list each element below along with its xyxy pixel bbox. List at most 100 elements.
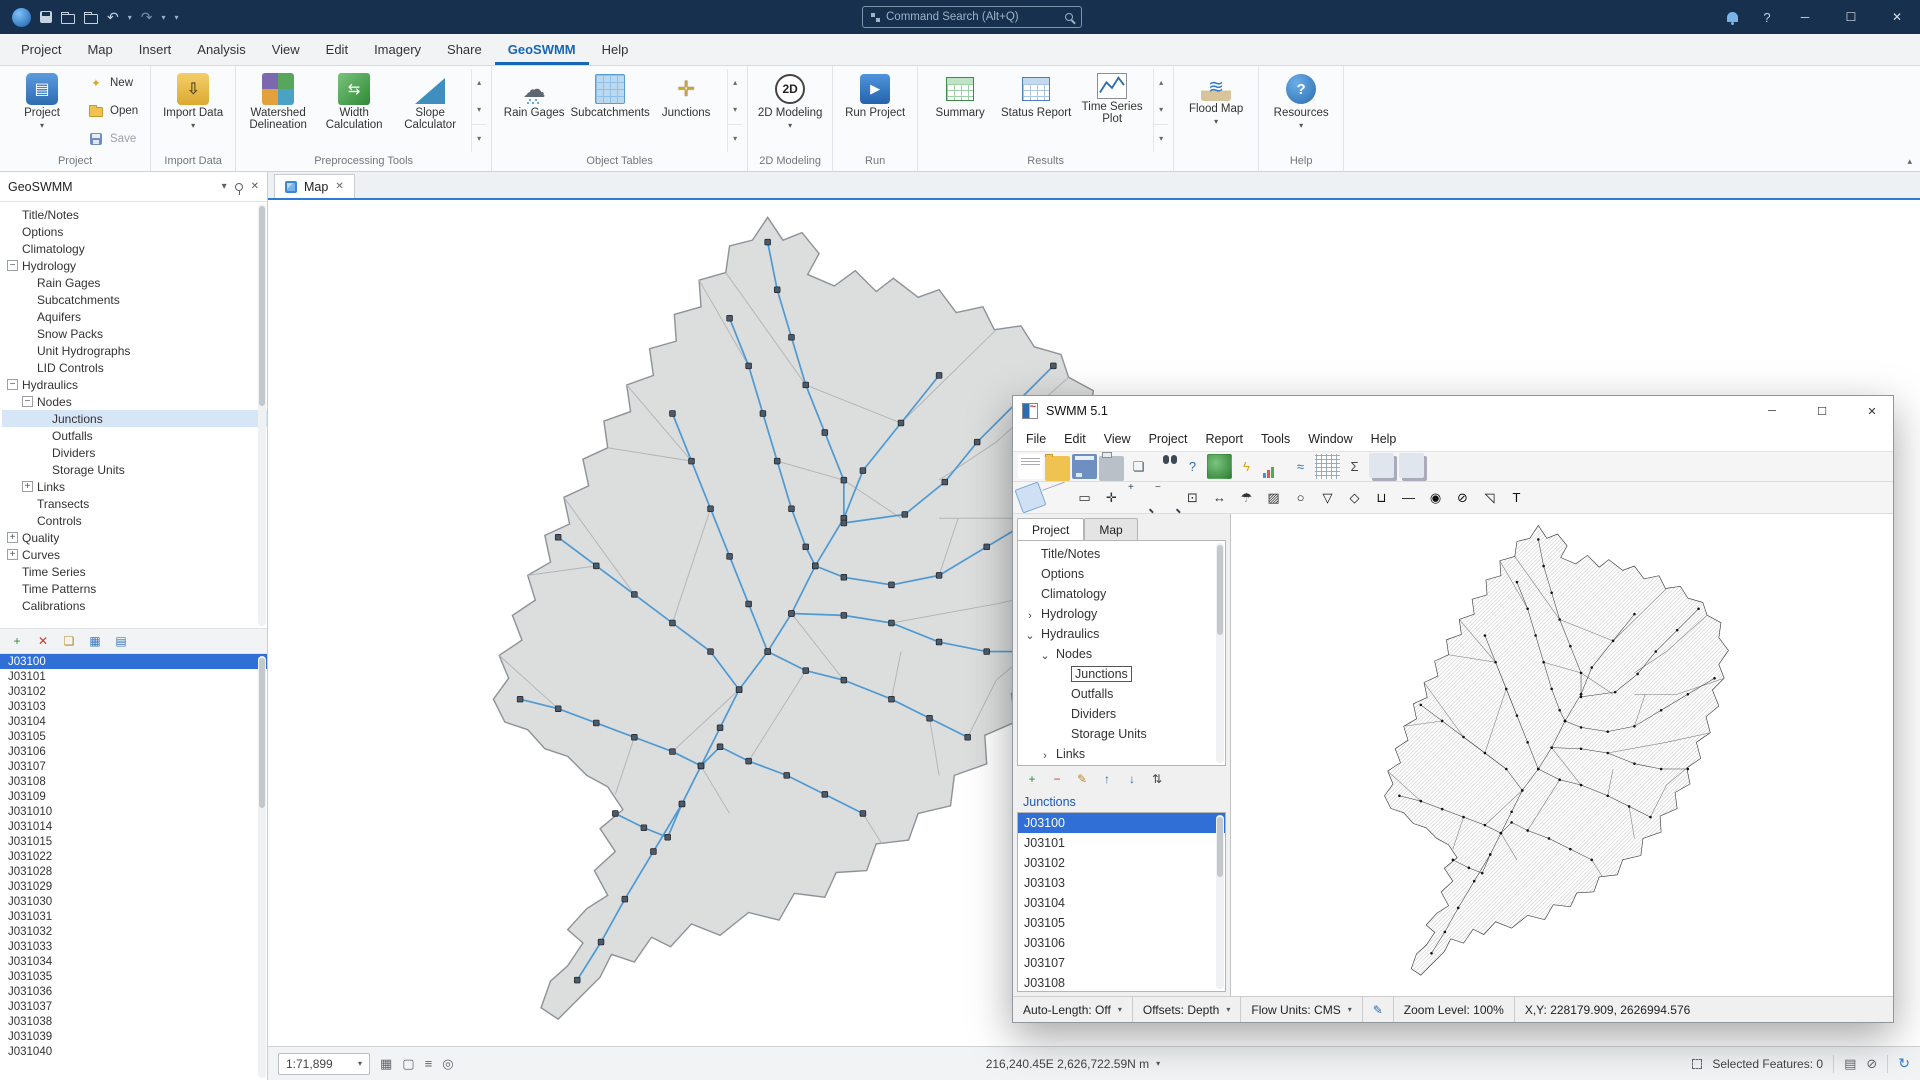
swmm-browser-tab[interactable]: Map	[1084, 518, 1137, 540]
swmm-close-button[interactable]: ✕	[1851, 396, 1893, 426]
junction-list-item[interactable]: J03108	[1018, 973, 1225, 992]
swmm-menu-item[interactable]: View	[1095, 426, 1140, 451]
time-series-plot-button[interactable]: Time Series Plot	[1075, 69, 1149, 152]
tree-item[interactable]: + Quality	[2, 529, 267, 546]
full-extent-tool[interactable]: ⊡	[1180, 485, 1205, 510]
junction-list-item[interactable]: J031040	[0, 1044, 267, 1059]
tree-item[interactable]: Title/Notes	[1018, 544, 1225, 564]
tree-item[interactable]: Junctions	[1018, 664, 1225, 684]
tree-item[interactable]: Options	[2, 223, 267, 240]
notifications-icon[interactable]	[1727, 12, 1738, 22]
redo-dropdown-icon[interactable]: ▾	[161, 13, 165, 22]
scroll-down-icon[interactable]: ▾	[1154, 96, 1168, 123]
locate-icon[interactable]: ◎	[442, 1056, 453, 1072]
flood-map-button[interactable]: ≋ Flood Map ▾	[1179, 69, 1253, 152]
junction-list-item[interactable]: J03102	[0, 684, 267, 699]
edit-mode-toggle[interactable]: ✎	[1363, 997, 1394, 1022]
junction-tool[interactable]: ○	[1288, 485, 1313, 510]
collapse-ribbon-icon[interactable]: ▴	[1907, 156, 1912, 167]
tree-expander-icon[interactable]	[22, 515, 33, 526]
watershed-delineation-button[interactable]: Watershed Delineation	[241, 69, 315, 152]
maximize-button[interactable]: ☐	[1828, 0, 1874, 34]
select-object-tool[interactable]	[1014, 481, 1046, 513]
tree-item[interactable]: + Curves	[2, 546, 267, 563]
scroll-down-icon[interactable]: ▾	[472, 96, 486, 123]
tree-expander-icon[interactable]	[1053, 709, 1067, 720]
ribbon-tab[interactable]: Project	[8, 34, 74, 65]
profile-plot-icon[interactable]: ≈	[1288, 454, 1313, 479]
resources-button[interactable]: ? Resources ▾	[1264, 69, 1338, 152]
fields-view-icon[interactable]: ▤	[110, 631, 132, 651]
undo-dropdown-icon[interactable]: ▾	[128, 13, 132, 22]
new-file-icon[interactable]	[1018, 454, 1043, 479]
ribbon-tab[interactable]: GeoSWMM	[495, 34, 589, 65]
tree-expander-icon[interactable]	[7, 209, 18, 220]
tree-expander-icon[interactable]	[37, 447, 48, 458]
junction-list-item[interactable]: J031039	[0, 1029, 267, 1044]
summary-button[interactable]: Summary	[923, 69, 997, 152]
junction-list-item[interactable]: J03100	[1018, 813, 1225, 833]
junction-list-item[interactable]: J03103	[0, 699, 267, 714]
edit-object-icon[interactable]: ✎	[1071, 769, 1093, 789]
label-tool[interactable]: T	[1504, 485, 1529, 510]
open-project-icon[interactable]	[61, 14, 75, 24]
ribbon-tab[interactable]: Analysis	[184, 34, 258, 65]
move-up-icon[interactable]: ↑	[1096, 769, 1118, 789]
ribbon-tab[interactable]: View	[259, 34, 313, 65]
gallery-more-icon[interactable]: ▾	[472, 124, 486, 152]
tree-item[interactable]: − Nodes	[2, 393, 267, 410]
tree-expander-icon[interactable]	[1053, 689, 1067, 700]
scroll-up-icon[interactable]: ▴	[1154, 69, 1168, 96]
project-button[interactable]: Project ▾	[5, 69, 79, 152]
tree-item[interactable]: Storage Units	[1018, 724, 1225, 744]
junction-list-item[interactable]: J031010	[0, 804, 267, 819]
open-file-icon[interactable]	[1045, 456, 1070, 481]
subcatchments-button[interactable]: Subcatchments	[573, 69, 647, 152]
tree-item[interactable]: ⌄ Nodes	[1018, 644, 1225, 664]
tree-item[interactable]: Outfalls	[2, 427, 267, 444]
junction-list-item[interactable]: J031033	[0, 939, 267, 954]
table-report-icon[interactable]	[1315, 454, 1340, 479]
tree-expander-icon[interactable]	[7, 583, 18, 594]
junction-list-item[interactable]: J031037	[0, 999, 267, 1014]
swmm-map-canvas[interactable]	[1231, 514, 1893, 996]
junction-list-item[interactable]: J031028	[0, 864, 267, 879]
outfall-tool[interactable]: ▽	[1315, 485, 1340, 510]
swmm-maximize-button[interactable]: ☐	[1801, 396, 1843, 426]
tree-item[interactable]: Rain Gages	[2, 274, 267, 291]
offsets-select[interactable]: Offsets: Depth ▾	[1133, 997, 1242, 1022]
tree-expander-icon[interactable]	[7, 243, 18, 254]
tree-expander-icon[interactable]	[22, 328, 33, 339]
query-icon[interactable]: ?	[1180, 454, 1205, 479]
extent-icon[interactable]: ▢	[402, 1056, 414, 1072]
width-calculation-button[interactable]: ⇆ Width Calculation	[317, 69, 391, 152]
tree-item[interactable]: − Hydrology	[2, 257, 267, 274]
ribbon-tab[interactable]: Imagery	[361, 34, 434, 65]
junction-list-item[interactable]: J03109	[0, 789, 267, 804]
scroll-down-icon[interactable]: ▾	[728, 96, 742, 123]
print-icon[interactable]	[1099, 456, 1124, 481]
list-scrollbar[interactable]	[1216, 815, 1224, 989]
pan-tool[interactable]: ✛	[1099, 485, 1124, 510]
move-down-icon[interactable]: ↓	[1121, 769, 1143, 789]
tree-expander-icon[interactable]	[1023, 589, 1037, 600]
tree-expander-icon[interactable]: −	[22, 396, 33, 407]
pump-tool[interactable]: ◉	[1423, 485, 1448, 510]
zoom-out-tool[interactable]	[1153, 485, 1178, 510]
tree-item[interactable]: Storage Units	[2, 461, 267, 478]
tree-expander-icon[interactable]	[22, 277, 33, 288]
close-tab-icon[interactable]: ✕	[335, 181, 343, 192]
help-icon[interactable]: ?	[1752, 10, 1782, 25]
save-file-icon[interactable]	[1072, 454, 1097, 479]
tree-item[interactable]: Outfalls	[1018, 684, 1225, 704]
pin-icon[interactable]	[235, 183, 243, 191]
junction-list-item[interactable]: J03105	[0, 729, 267, 744]
tree-expander-icon[interactable]	[7, 566, 18, 577]
divider-tool[interactable]: ◇	[1342, 485, 1367, 510]
gallery-more-icon[interactable]: ▾	[1154, 124, 1168, 152]
tree-expander-icon[interactable]	[37, 413, 48, 424]
tree-expander-icon[interactable]: −	[7, 260, 18, 271]
close-button[interactable]: ✕	[1874, 0, 1920, 34]
ribbon-tab[interactable]: Map	[74, 34, 125, 65]
rain-gages-button[interactable]: ☁ Rain Gages	[497, 69, 571, 152]
